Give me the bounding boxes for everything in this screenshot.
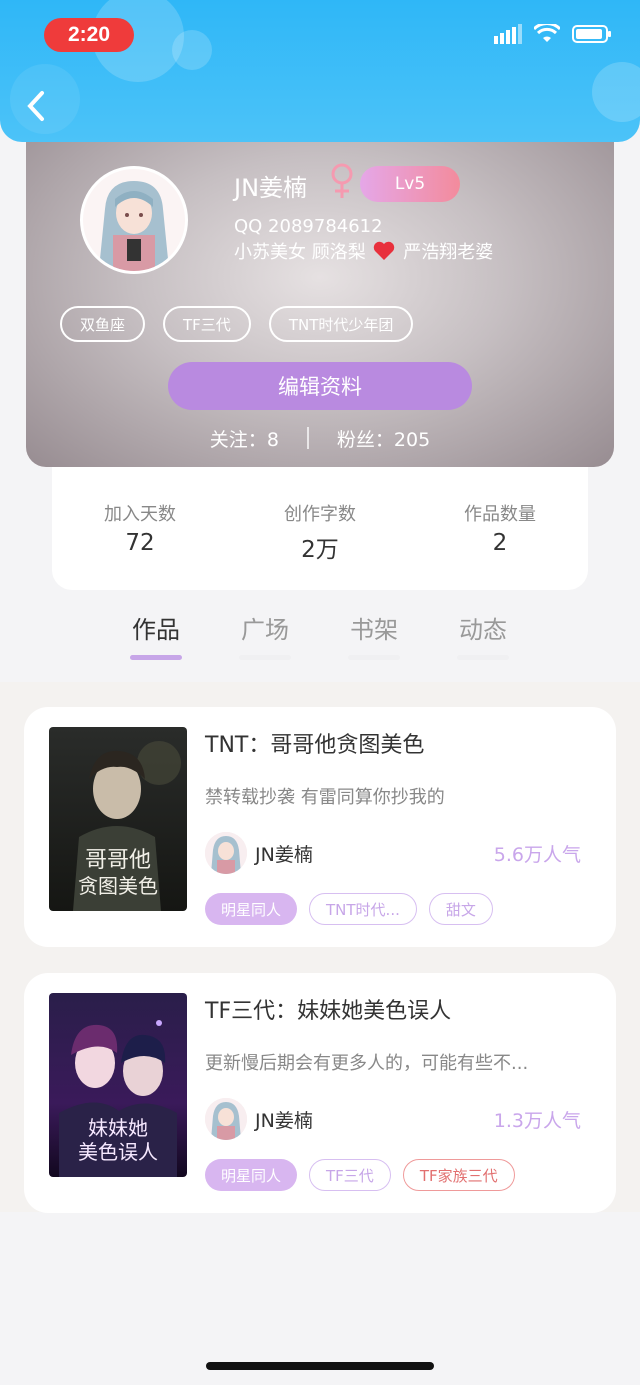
heart-icon <box>374 241 395 260</box>
stat-label: 加入天数 <box>104 504 176 525</box>
author-name[interactable]: JN姜楠 <box>255 1106 313 1133</box>
following-label: 关注： <box>209 428 267 451</box>
wifi-icon <box>534 24 560 42</box>
author-avatar[interactable] <box>205 1098 247 1140</box>
battery-icon <box>572 25 611 43</box>
work-title[interactable]: TNT：哥哥他贪图美色 <box>205 727 424 759</box>
cover-title-line2: 贪图美色 <box>78 874 158 898</box>
tab-indicator <box>130 655 182 660</box>
signature-before: 小苏美女 顾洛梨 <box>234 242 366 263</box>
fans-value: 205 <box>393 428 431 451</box>
tab-bar: 作品 广场 书架 动态 <box>0 606 640 666</box>
work-description: 禁转载抄袭 有雷同算你抄我的 <box>205 787 445 808</box>
author-row: JN姜楠 1.3万人气 <box>205 1097 585 1141</box>
stat-label: 作品数量 <box>464 504 536 525</box>
stat-value: 2 <box>492 530 508 556</box>
work-tags: 明星同人 TF三代 TF家族三代 <box>205 1159 515 1191</box>
level-badge: Lv5 <box>360 166 460 202</box>
tab-activity[interactable]: 动态 <box>453 610 513 660</box>
profile-name: JN姜楠 <box>234 174 308 202</box>
signal-icon <box>494 24 522 44</box>
profile-tag[interactable]: TF三代 <box>163 306 251 342</box>
tab-label: 广场 <box>241 616 289 644</box>
work-tags: 明星同人 TNT时代... 甜文 <box>205 893 493 925</box>
popularity: 5.6万人气 <box>493 843 581 866</box>
stat-value: 2万 <box>301 537 339 563</box>
stat-join-days: 加入天数 72 <box>60 500 220 556</box>
following-value: 8 <box>266 428 279 451</box>
stats-card: 加入天数 72 创作字数 2万 作品数量 2 <box>52 460 588 590</box>
work-tag[interactable]: 明星同人 <box>205 1159 298 1191</box>
profile-tag[interactable]: TNT时代少年团 <box>268 306 414 342</box>
cover-title-line1: 哥哥他 <box>85 848 151 873</box>
home-indicator[interactable] <box>206 1362 434 1370</box>
cover-title-line2: 美色误人 <box>78 1140 158 1164</box>
work-tag[interactable]: 甜文 <box>428 893 493 925</box>
stat-word-count: 创作字数 2万 <box>240 500 400 564</box>
cover-title-line1: 妹妹她 <box>88 1116 148 1140</box>
signature: 小苏美女 顾洛梨 严浩翔老婆 <box>234 238 493 264</box>
author-name[interactable]: JN姜楠 <box>255 840 313 867</box>
fans-count[interactable]: 粉丝：205 <box>337 425 430 452</box>
signature-after: 严浩翔老婆 <box>403 242 494 263</box>
work-card[interactable]: 妹妹她 美色误人 TF三代：妹妹她美色误人 更新慢后期会有更多人的，可能有些不.… <box>24 973 616 1213</box>
divider <box>306 427 309 449</box>
stat-label: 创作字数 <box>284 504 356 525</box>
chevron-left-icon <box>27 91 44 121</box>
fans-label: 粉丝： <box>336 428 394 451</box>
work-card[interactable]: 哥哥他 贪图美色 TNT：哥哥他贪图美色 禁转载抄袭 有雷同算你抄我的 JN姜楠… <box>24 707 616 947</box>
book-cover[interactable]: 哥哥他 贪图美色 <box>49 727 187 911</box>
tab-label: 动态 <box>459 616 507 644</box>
profile-tags: 双鱼座 TF三代 TNT时代少年团 <box>60 306 414 342</box>
tab-works[interactable]: 作品 <box>126 610 186 660</box>
back-button[interactable] <box>20 86 52 126</box>
qq-number: QQ 2089784612 <box>234 216 383 237</box>
author-row: JN姜楠 5.6万人气 <box>205 831 585 875</box>
work-tag[interactable]: 明星同人 <box>205 893 298 925</box>
status-icons <box>494 24 612 44</box>
book-cover[interactable]: 妹妹她 美色误人 <box>49 993 187 1177</box>
tab-square[interactable]: 广场 <box>235 610 295 660</box>
work-description: 更新慢后期会有更多人的，可能有些不... <box>205 1053 529 1074</box>
work-tag[interactable]: TF三代 <box>309 1159 391 1191</box>
work-tag[interactable]: TF家族三代 <box>402 1159 515 1191</box>
popularity: 1.3万人气 <box>493 1109 581 1132</box>
work-tag[interactable]: TNT时代... <box>309 893 417 925</box>
work-title[interactable]: TF三代：妹妹她美色误人 <box>205 993 451 1025</box>
tab-label: 作品 <box>132 616 180 644</box>
female-icon <box>331 163 353 198</box>
tab-bookshelf[interactable]: 书架 <box>344 610 404 660</box>
stat-works-count: 作品数量 2 <box>420 500 580 556</box>
follow-row: 关注：8 粉丝：205 <box>26 424 614 452</box>
tab-indicator <box>239 655 291 660</box>
profile-tag[interactable]: 双鱼座 <box>60 306 146 342</box>
tab-indicator <box>457 655 509 660</box>
edit-profile-button[interactable]: 编辑资料 <box>168 362 472 410</box>
following-count[interactable]: 关注：8 <box>210 425 279 452</box>
avatar[interactable] <box>80 166 188 274</box>
status-time: 2:20 <box>44 18 134 52</box>
stat-value: 72 <box>125 530 155 556</box>
tab-indicator <box>348 655 400 660</box>
profile-card: JN姜楠 Lv5 QQ 2089784612 小苏美女 顾洛梨 严浩翔老婆 双鱼… <box>26 122 614 467</box>
author-avatar[interactable] <box>205 832 247 874</box>
tab-label: 书架 <box>350 616 398 644</box>
